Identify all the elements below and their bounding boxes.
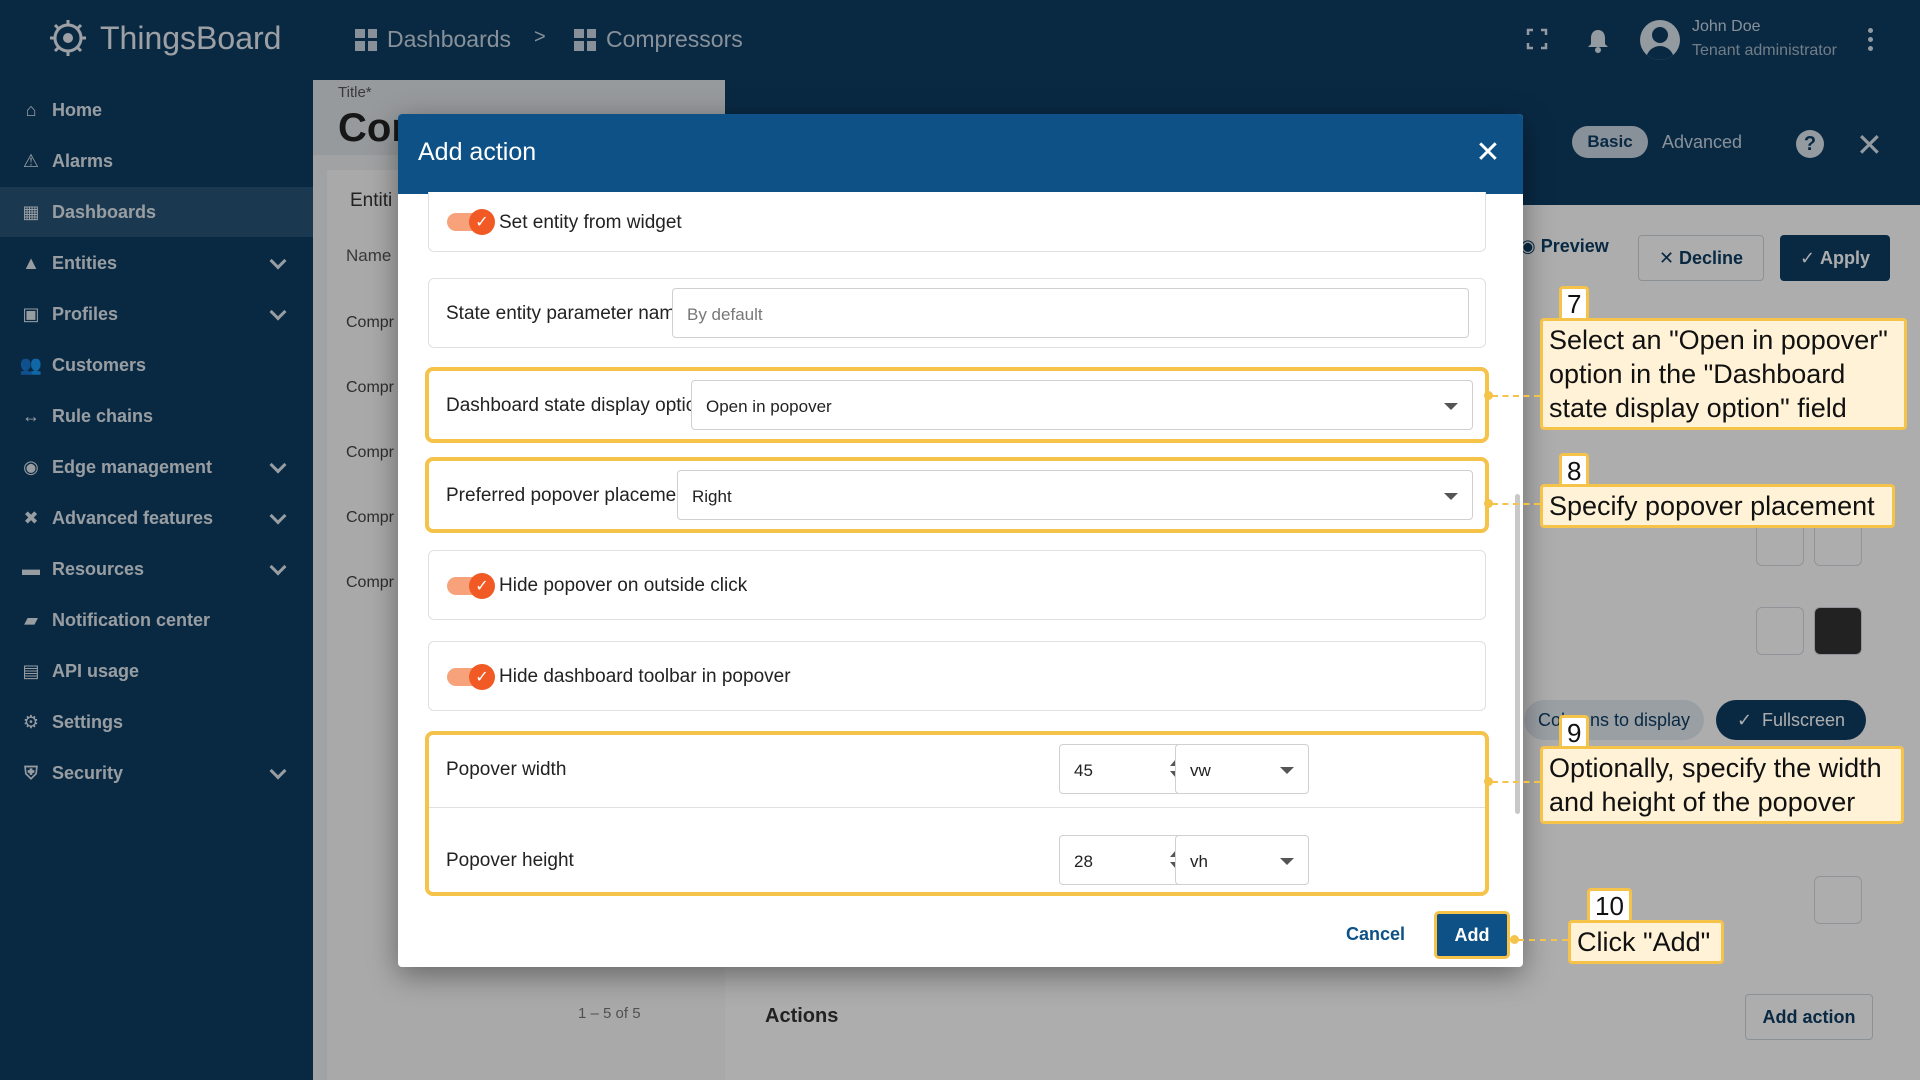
- check-icon: ✓: [469, 664, 495, 690]
- callout-10: Click "Add": [1568, 920, 1724, 964]
- popover-width-unit: vw: [1190, 761, 1211, 780]
- cancel-button[interactable]: Cancel: [1346, 924, 1405, 945]
- display-option-value: Open in popover: [706, 397, 832, 416]
- callout-connector: [1492, 781, 1540, 783]
- popover-width-input[interactable]: 45: [1059, 744, 1192, 794]
- popover-size-group: Popover width 45 vw Popover height 28 vh: [425, 731, 1489, 896]
- state-entity-param-label: State entity parameter name: [446, 303, 686, 324]
- add-button[interactable]: Add: [1434, 911, 1510, 959]
- chevron-down-icon: [1280, 767, 1294, 774]
- display-option-select[interactable]: Open in popover: [691, 380, 1473, 430]
- popover-width-label: Popover width: [446, 759, 567, 780]
- callout-9: Optionally, specify the width and height…: [1540, 746, 1904, 824]
- popover-placement-select[interactable]: Right: [677, 470, 1473, 520]
- callout-number-10: 10: [1587, 888, 1632, 924]
- popover-width-unit-select[interactable]: vw: [1175, 744, 1309, 794]
- popover-placement-label: Preferred popover placement: [446, 485, 693, 506]
- hide-on-outside-click-label: Hide popover on outside click: [499, 575, 748, 596]
- add-action-dialog: Add action ✕ ✓ Set entity from widget St…: [398, 114, 1523, 967]
- popover-height-value: 28: [1074, 852, 1093, 871]
- callout-connector: [1518, 939, 1568, 941]
- hide-on-outside-click-row: ✓ Hide popover on outside click: [428, 550, 1486, 620]
- chevron-down-icon: [1444, 403, 1458, 410]
- callout-8: Specify popover placement: [1540, 484, 1895, 528]
- popover-width-value: 45: [1074, 761, 1093, 780]
- set-entity-from-widget-row: ✓ Set entity from widget: [428, 192, 1486, 252]
- set-entity-from-widget-label: Set entity from widget: [499, 212, 682, 233]
- display-option-label: Dashboard state display option: [446, 395, 707, 416]
- popover-height-input[interactable]: 28: [1059, 835, 1192, 885]
- dialog-title: Add action: [418, 138, 537, 166]
- divider: [429, 807, 1485, 825]
- close-icon[interactable]: ✕: [1470, 134, 1506, 170]
- popover-height-unit: vh: [1190, 852, 1208, 871]
- callout-7: Select an "Open in popover" option in th…: [1540, 318, 1907, 430]
- hide-toolbar-row: ✓ Hide dashboard toolbar in popover: [428, 641, 1486, 711]
- check-icon: ✓: [469, 573, 495, 599]
- callout-connector: [1492, 395, 1540, 397]
- dialog-scrollbar[interactable]: [1515, 494, 1520, 814]
- check-icon: ✓: [469, 209, 495, 235]
- set-entity-from-widget-toggle[interactable]: ✓: [447, 209, 495, 235]
- callout-connector: [1492, 503, 1540, 505]
- state-entity-param-row: State entity parameter name By default: [428, 278, 1486, 348]
- popover-height-unit-select[interactable]: vh: [1175, 835, 1309, 885]
- popover-height-label: Popover height: [446, 850, 574, 871]
- state-entity-param-input[interactable]: By default: [672, 288, 1469, 338]
- callout-number-7: 7: [1559, 286, 1590, 322]
- hide-toolbar-label: Hide dashboard toolbar in popover: [499, 666, 791, 687]
- hide-toolbar-toggle[interactable]: ✓: [447, 664, 495, 690]
- chevron-down-icon: [1444, 493, 1458, 500]
- chevron-down-icon: [1280, 858, 1294, 865]
- dialog-header: Add action ✕: [398, 114, 1523, 194]
- display-option-row: Dashboard state display option Open in p…: [425, 367, 1489, 443]
- state-entity-param-placeholder: By default: [687, 305, 763, 324]
- popover-placement-value: Right: [692, 487, 732, 506]
- popover-placement-row: Preferred popover placement Right: [425, 457, 1489, 533]
- hide-on-outside-click-toggle[interactable]: ✓: [447, 573, 495, 599]
